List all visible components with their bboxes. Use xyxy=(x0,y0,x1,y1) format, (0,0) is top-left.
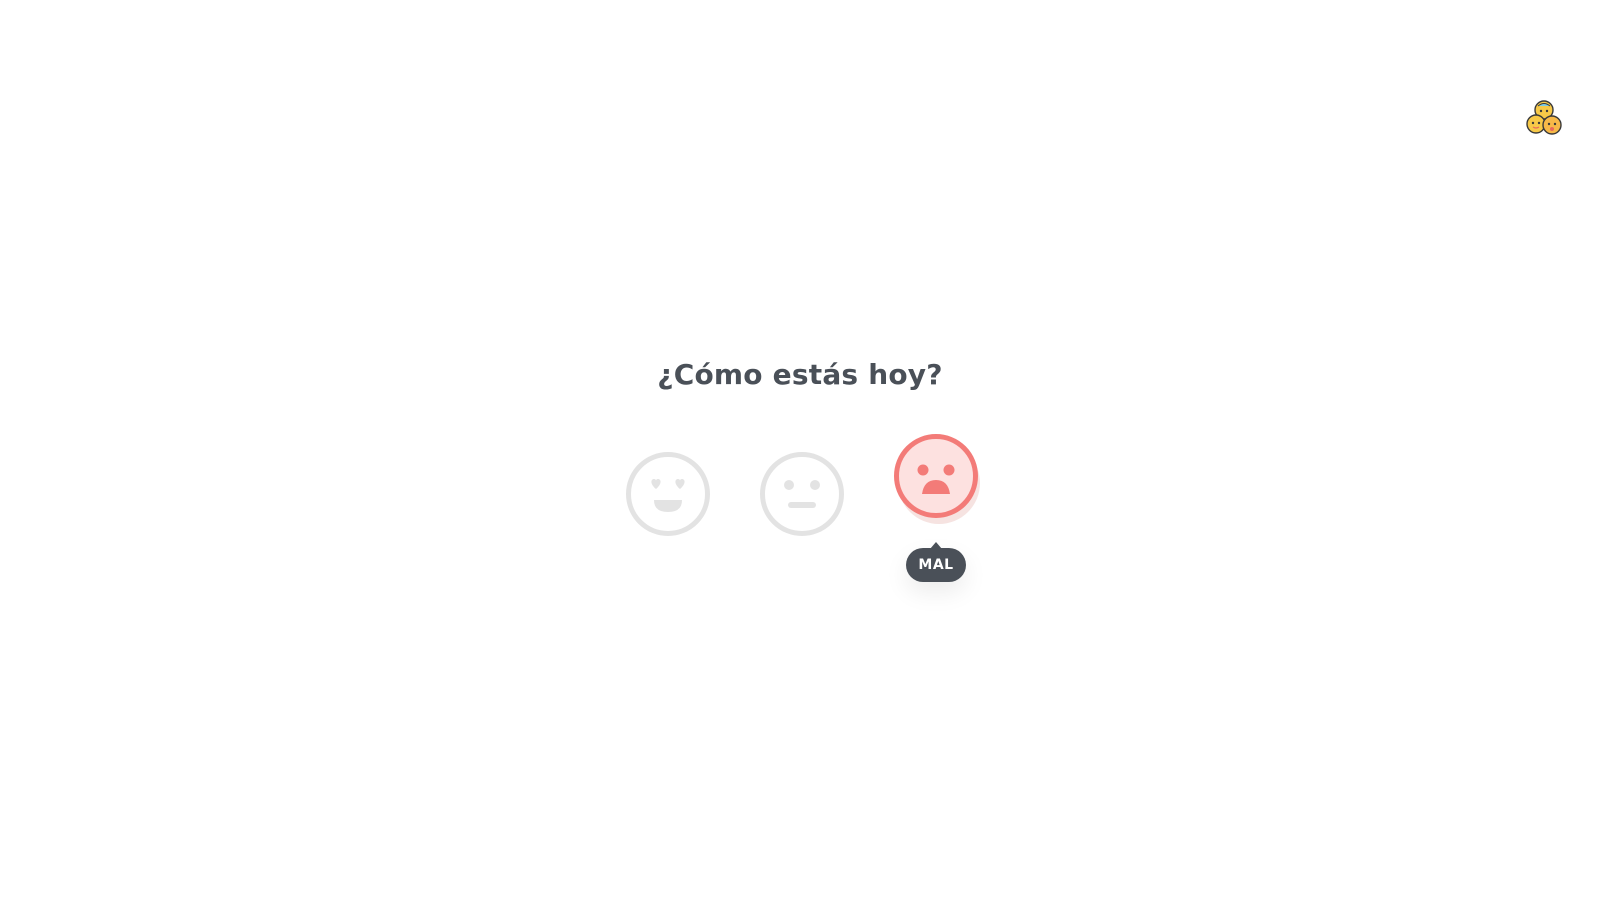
page-title: ¿Cómo estás hoy? xyxy=(657,358,943,391)
mood-bad-button[interactable] xyxy=(892,432,980,524)
neutral-face-icon xyxy=(760,452,844,536)
mood-neutral-button[interactable] xyxy=(758,450,846,538)
mood-tooltip: MAL xyxy=(906,542,966,582)
sad-face-icon xyxy=(894,434,978,518)
emoji-logo-icon[interactable] xyxy=(1526,100,1562,136)
mood-check-page: ¿Cómo estás hoy? MAL xyxy=(0,0,1600,900)
mood-good-button[interactable] xyxy=(624,450,712,538)
heart-eyes-face-icon xyxy=(626,452,710,536)
